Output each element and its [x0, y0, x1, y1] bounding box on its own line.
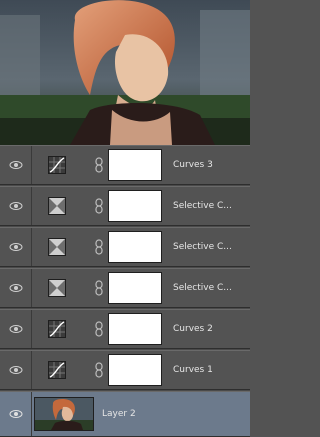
selective-color-adjustment-icon[interactable]: [48, 197, 66, 215]
curves-adjustment-icon[interactable]: [48, 156, 66, 174]
layer-row-selective-color-2[interactable]: Selective C...: [0, 227, 250, 267]
layer-mask-thumbnail[interactable]: [108, 149, 162, 181]
layers-panel: Curves 3 Selective C... Selective C... S…: [0, 145, 250, 437]
layer-row-selective-color-1[interactable]: Selective C...: [0, 186, 250, 226]
visibility-toggle[interactable]: [0, 146, 32, 184]
layer-name[interactable]: Selective C...: [173, 228, 232, 266]
layer-mask-thumbnail[interactable]: [108, 190, 162, 222]
link-chain-icon[interactable]: [94, 239, 104, 255]
eye-icon: [9, 410, 22, 418]
link-chain-icon[interactable]: [94, 280, 104, 296]
layer-row-curves-2[interactable]: Curves 2: [0, 309, 250, 349]
eye-icon: [9, 161, 22, 169]
eye-icon: [9, 202, 22, 210]
layer-mask-thumbnail[interactable]: [108, 231, 162, 263]
layer-name[interactable]: Curves 1: [173, 351, 213, 389]
selective-color-adjustment-icon[interactable]: [48, 238, 66, 256]
visibility-toggle[interactable]: [0, 392, 32, 436]
link-chain-icon[interactable]: [94, 362, 104, 378]
eye-icon: [9, 284, 22, 292]
visibility-toggle[interactable]: [0, 269, 32, 307]
layer-name[interactable]: Curves 2: [173, 310, 213, 348]
layer-name[interactable]: Curves 3: [173, 146, 213, 184]
link-chain-icon[interactable]: [94, 157, 104, 173]
visibility-toggle[interactable]: [0, 310, 32, 348]
selective-color-adjustment-icon[interactable]: [48, 279, 66, 297]
layer-name[interactable]: Selective C...: [173, 269, 232, 307]
visibility-toggle[interactable]: [0, 351, 32, 389]
layer-thumbnail[interactable]: [34, 397, 94, 431]
layer-row-curves-3[interactable]: Curves 3: [0, 145, 250, 185]
visibility-toggle[interactable]: [0, 228, 32, 266]
link-chain-icon[interactable]: [94, 321, 104, 337]
layer-mask-thumbnail[interactable]: [108, 313, 162, 345]
eye-icon: [9, 325, 22, 333]
layer-name[interactable]: Layer 2: [102, 392, 136, 436]
eye-icon: [9, 366, 22, 374]
layer-mask-thumbnail[interactable]: [108, 272, 162, 304]
canvas-preview: [0, 0, 250, 145]
layer-name[interactable]: Selective C...: [173, 187, 232, 225]
layer-mask-thumbnail[interactable]: [108, 354, 162, 386]
layer-row-curves-1[interactable]: Curves 1: [0, 350, 250, 390]
link-chain-icon[interactable]: [94, 198, 104, 214]
visibility-toggle[interactable]: [0, 187, 32, 225]
curves-adjustment-icon[interactable]: [48, 320, 66, 338]
layer-row-selective-color-3[interactable]: Selective C...: [0, 268, 250, 308]
eye-icon: [9, 243, 22, 251]
curves-adjustment-icon[interactable]: [48, 361, 66, 379]
layer-row-layer-2[interactable]: Layer 2: [0, 391, 250, 437]
